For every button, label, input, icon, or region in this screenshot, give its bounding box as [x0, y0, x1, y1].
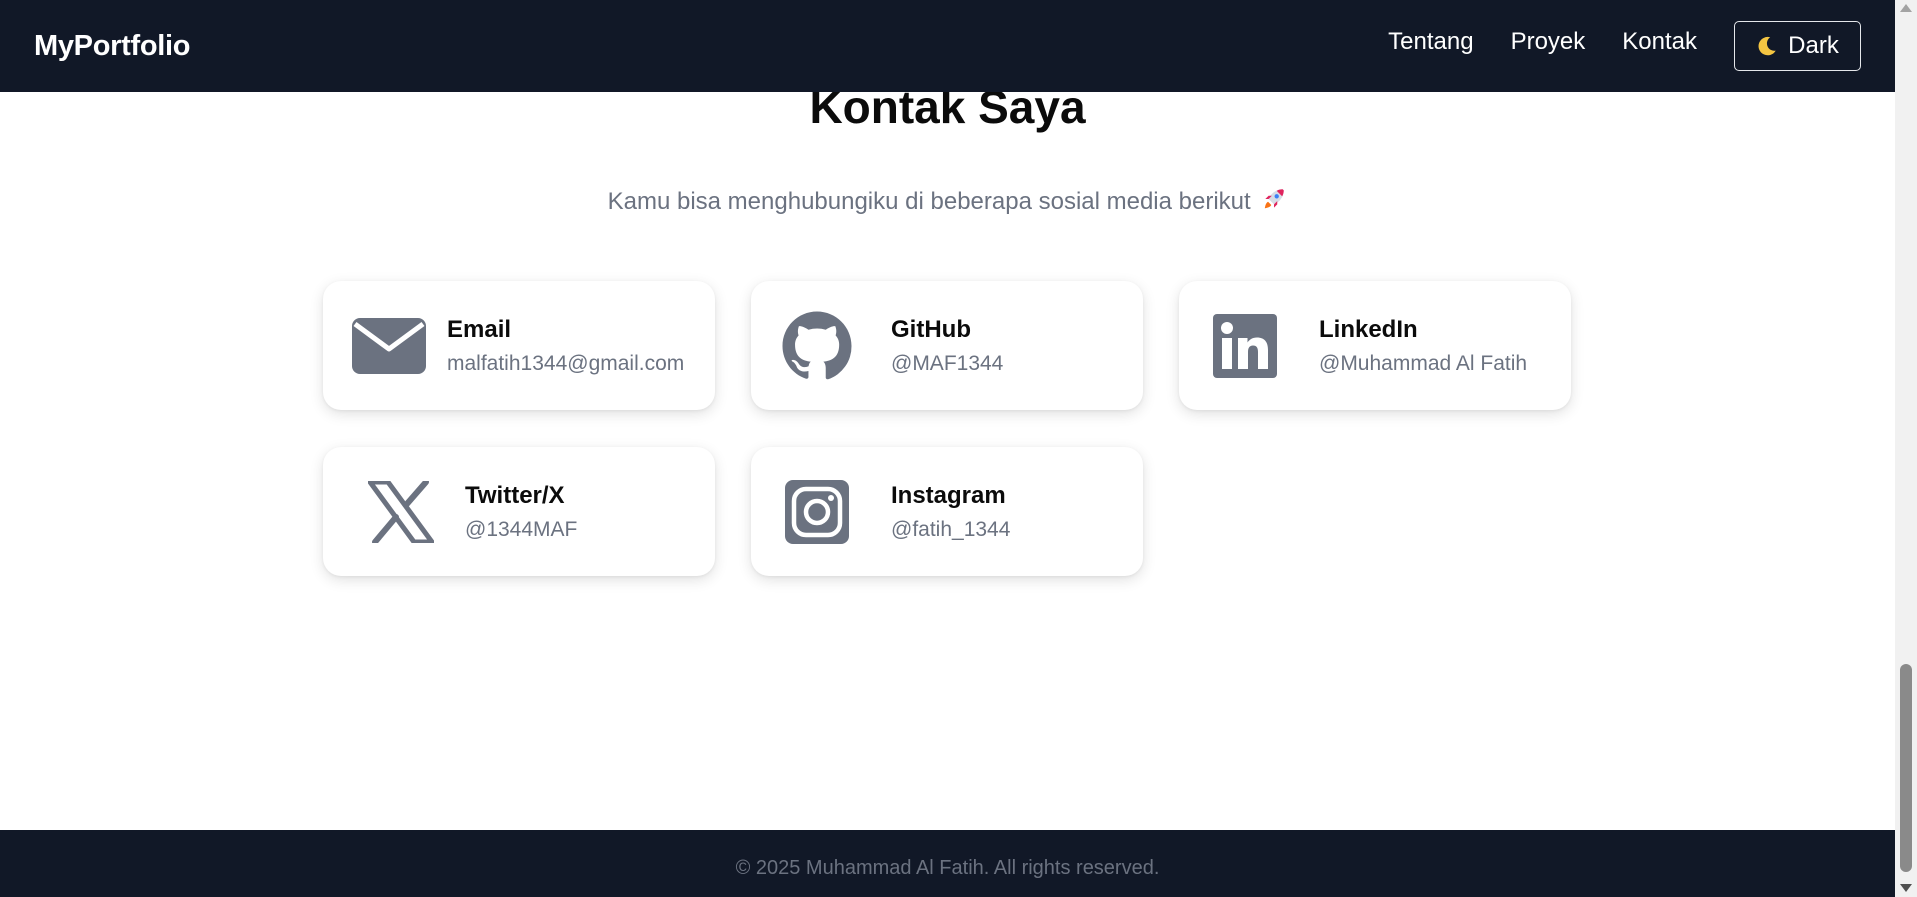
nav-link-kontak[interactable]: Kontak	[1622, 28, 1697, 56]
contact-card-linkedin[interactable]: LinkedIn @Muhammad Al Fatih	[1179, 281, 1571, 410]
card-text: LinkedIn @Muhammad Al Fatih	[1319, 316, 1527, 376]
card-handle: @fatih_1344	[891, 517, 1011, 541]
nav-links: Tentang Proyek Kontak	[1388, 28, 1697, 56]
theme-toggle-button[interactable]: Dark	[1734, 21, 1861, 71]
contact-cards-grid: Email malfatih1344@gmail.com GitHub @MAF…	[323, 281, 1571, 576]
card-text: Email malfatih1344@gmail.com	[447, 316, 684, 376]
footer-copyright: © 2025 Muhammad Al Fatih. All rights res…	[735, 857, 1160, 879]
nav-link-tentang[interactable]: Tentang	[1388, 28, 1473, 56]
brand-logo[interactable]: MyPortfolio	[34, 30, 190, 63]
footer: © 2025 Muhammad Al Fatih. All rights res…	[0, 830, 1895, 897]
card-text: GitHub @MAF1344	[891, 316, 1003, 376]
card-text: Twitter/X @1344MAF	[465, 482, 577, 542]
theme-toggle-label: Dark	[1788, 32, 1839, 59]
page-subtitle: Kamu bisa menghubungiku di beberapa sosi…	[0, 186, 1895, 216]
navbar: MyPortfolio Tentang Proyek Kontak Dark	[0, 0, 1895, 92]
github-icon	[779, 308, 855, 384]
linkedin-icon	[1207, 308, 1283, 384]
x-icon	[363, 474, 439, 550]
scrollbar[interactable]	[1895, 0, 1917, 897]
rocket-icon	[1265, 189, 1285, 209]
card-text: Instagram @fatih_1344	[891, 482, 1010, 542]
contact-card-twitter-x[interactable]: Twitter/X @1344MAF	[323, 447, 715, 576]
instagram-icon	[779, 474, 855, 550]
email-icon	[351, 308, 427, 384]
nav-link-proyek[interactable]: Proyek	[1511, 28, 1586, 56]
scroll-down-arrow-icon[interactable]	[1900, 884, 1912, 892]
card-title: Twitter/X	[465, 481, 565, 509]
contact-card-email[interactable]: Email malfatih1344@gmail.com	[323, 281, 715, 410]
card-title: Instagram	[891, 481, 1006, 509]
page: MyPortfolio Tentang Proyek Kontak Dark K…	[0, 0, 1895, 897]
scrollbar-thumb[interactable]	[1900, 664, 1912, 872]
contact-card-instagram[interactable]: Instagram @fatih_1344	[751, 447, 1143, 576]
scroll-up-arrow-icon[interactable]	[1900, 4, 1912, 12]
moon-icon	[1758, 36, 1776, 56]
card-handle: @1344MAF	[465, 517, 578, 541]
card-handle: malfatih1344@gmail.com	[447, 351, 685, 375]
card-title: GitHub	[891, 315, 971, 343]
card-handle: @MAF1344	[891, 351, 1004, 375]
card-handle: @Muhammad Al Fatih	[1319, 351, 1528, 375]
subtitle-text: Kamu bisa menghubungiku di beberapa sosi…	[607, 188, 1251, 215]
card-title: Email	[447, 315, 512, 343]
contact-card-github[interactable]: GitHub @MAF1344	[751, 281, 1143, 410]
card-title: LinkedIn	[1319, 315, 1418, 343]
